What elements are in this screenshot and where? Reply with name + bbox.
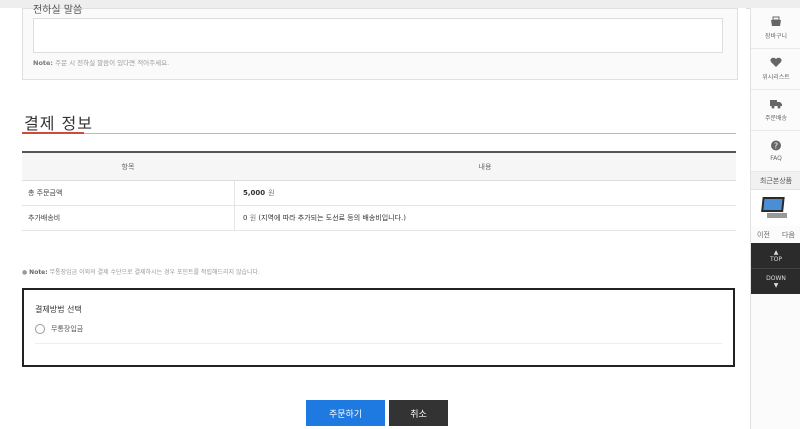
payment-method-title: 결제방법 선택 — [35, 305, 82, 314]
scroll-top-button[interactable]: ▲ TOP — [751, 243, 800, 268]
shipping-note: (지역에 따라 추가되는 도선료 등의 배송비입니다.) — [258, 214, 407, 222]
question-icon: ? — [771, 140, 781, 151]
message-note: Note: 주문 시 전하실 말씀이 있다면 적어주세요. — [33, 57, 169, 67]
divider — [35, 343, 722, 344]
header-item: 항목 — [121, 162, 135, 171]
message-title: 전하실 말씀 — [33, 5, 83, 16]
shipping-amount: 0 — [243, 214, 248, 222]
table-header: 항목 내용 — [22, 151, 736, 181]
down-label: DOWN — [766, 274, 786, 282]
heart-icon — [770, 57, 782, 67]
row-value: 5,000 원 — [234, 181, 736, 205]
quick-menu-label: FAQ — [770, 155, 782, 162]
recent-pagination: 이전 다음 — [751, 226, 800, 243]
product-image — [761, 197, 787, 218]
currency-unit: 원 — [249, 214, 257, 222]
header-content: 내용 — [478, 162, 492, 171]
payment-note: ● Note: 무통장입금 이외의 결제 수단으로 결제하시는 경우 포인트를 … — [22, 267, 260, 276]
section-divider — [22, 133, 736, 134]
truck-icon — [770, 100, 782, 109]
section-accent-underline — [22, 132, 84, 134]
cancel-button[interactable]: 취소 — [389, 400, 448, 426]
quick-menu-label: 장바구니 — [764, 33, 788, 40]
message-note-label: Note: — [33, 59, 54, 67]
order-button[interactable]: 주문하기 — [306, 400, 385, 426]
top-label: TOP — [769, 255, 782, 263]
order-form: 전하실 말씀 Note: 주문 시 전하실 말씀이 있다면 적어주세요. 결제 … — [0, 5, 746, 429]
currency-unit: 원 — [268, 189, 275, 197]
scroll-down-button[interactable]: DOWN ▼ — [751, 268, 800, 294]
row-value: 0 원 (지역에 따라 추가되는 도선료 등의 배송비입니다.) — [234, 206, 736, 230]
info-icon: ● — [22, 269, 28, 276]
prev-link[interactable]: 이전 — [757, 230, 770, 240]
radio-button[interactable] — [35, 324, 45, 334]
row-label: 총 주문금액 — [28, 189, 63, 197]
basket-icon — [771, 16, 781, 26]
total-amount: 5,000 — [243, 189, 266, 197]
caret-up-icon: ▲ — [773, 248, 779, 256]
quick-menu: 장바구니 위시리스트 주문배송 ? FAQ 최근본상품 이전 다음 ▲ TOP D… — [750, 8, 800, 429]
svg-text:?: ? — [774, 142, 778, 151]
payment-note-text: 무통장입금 이외의 결제 수단으로 결제하시는 경우 포인트를 적립해드리지 않… — [49, 269, 260, 276]
caret-down-icon: ▼ — [773, 281, 779, 289]
quick-menu-cart[interactable]: 장바구니 — [751, 8, 800, 49]
quick-menu-faq[interactable]: ? FAQ — [751, 131, 800, 172]
recent-product-thumbnail[interactable] — [751, 190, 800, 226]
quick-menu-label: 위시리스트 — [762, 74, 790, 81]
payment-option-label: 무통장입금 — [51, 325, 84, 333]
next-link[interactable]: 다음 — [782, 230, 795, 240]
payment-info-title: 결제 정보 — [24, 114, 93, 133]
message-note-text: 주문 시 전하실 말씀이 있다면 적어주세요. — [55, 59, 170, 67]
payment-info-table: 항목 내용 총 주문금액 5,000 원 추가배송비 0 원 (지역에 따라 추가… — [22, 151, 736, 231]
quick-menu-wishlist[interactable]: 위시리스트 — [751, 49, 800, 90]
message-textarea[interactable] — [33, 18, 723, 53]
message-section: 전하실 말씀 Note: 주문 시 전하실 말씀이 있다면 적어주세요. — [22, 5, 738, 80]
recent-products-title: 최근본상품 — [751, 172, 800, 190]
scroll-buttons: ▲ TOP DOWN ▼ — [751, 243, 800, 294]
quick-menu-label: 주문배송 — [764, 115, 788, 122]
table-row: 총 주문금액 5,000 원 — [22, 181, 736, 206]
table-row: 추가배송비 0 원 (지역에 따라 추가되는 도선료 등의 배송비입니다.) — [22, 206, 736, 231]
quick-menu-delivery[interactable]: 주문배송 — [751, 90, 800, 131]
payment-option-bank-transfer[interactable]: 무통장입금 — [35, 324, 83, 334]
payment-note-label: Note: — [29, 269, 48, 276]
payment-method-section: 결제방법 선택 무통장입금 — [22, 288, 735, 367]
row-label: 추가배송비 — [28, 214, 61, 222]
